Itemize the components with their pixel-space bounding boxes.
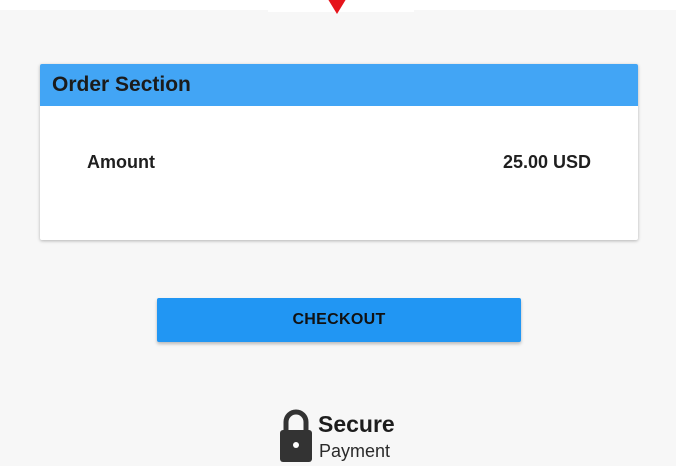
order-section-title: Order Section [52,73,191,96]
amount-value: 25.00 USD [502,152,591,172]
secure-payment-badge: Secure Payment [278,408,408,466]
amount-label: Amount [87,152,155,172]
amount-row: Amount 25.00 USD [87,152,591,173]
red-marker-icon [326,0,348,14]
payment-page: Order Section Amount 25.00 USD CHECKOUT … [0,0,676,466]
checkout-button[interactable]: CHECKOUT [157,298,521,342]
order-section-card: Order Section Amount 25.00 USD [40,64,638,240]
secure-subtitle: Payment [319,441,391,461]
order-section-header: Order Section [40,64,638,106]
lock-icon [280,409,312,462]
secure-title: Secure [318,411,395,437]
